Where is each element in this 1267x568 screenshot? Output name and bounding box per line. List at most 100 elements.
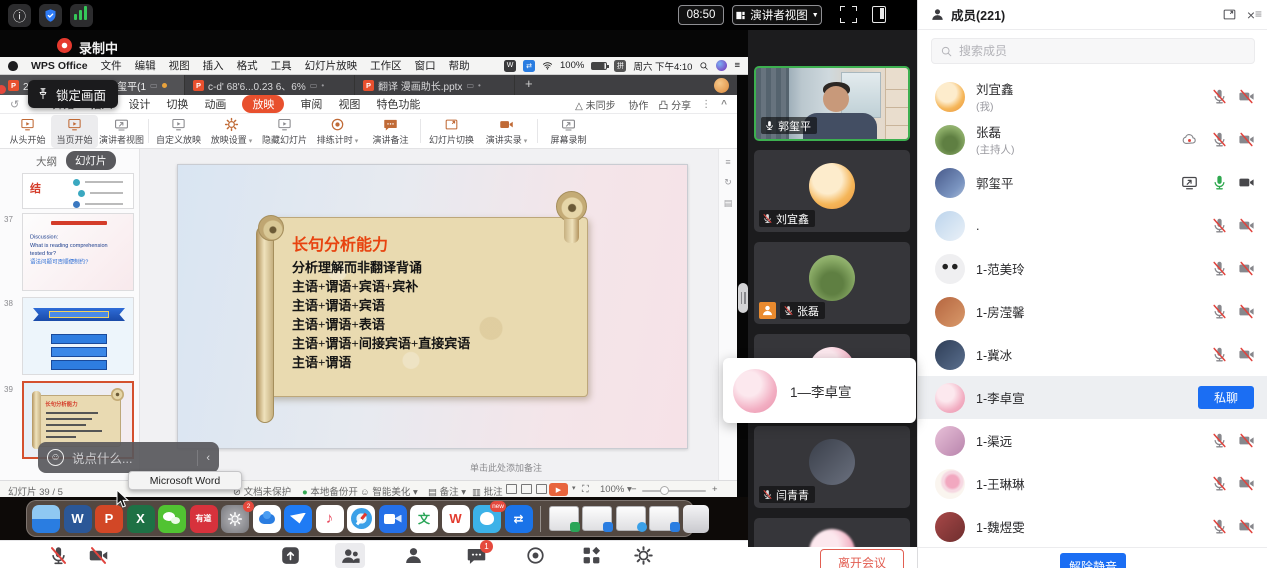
input-method-icon[interactable]: 拼 [614, 60, 626, 72]
video-tile[interactable]: 刘宜鑫 [754, 150, 910, 232]
mic-muted-icon[interactable] [1211, 346, 1228, 363]
spotlight-icon[interactable] [699, 61, 709, 71]
close-panel-icon[interactable]: × [1247, 8, 1255, 22]
info-menu-icon[interactable]: ⓘ [8, 4, 31, 27]
quick-comment-bar[interactable]: ☺ 说点什么... ‹ [38, 442, 219, 473]
ribbon-tab-transition[interactable]: 切换 [166, 96, 188, 112]
settings-button[interactable] [633, 545, 654, 566]
video-tile[interactable]: 张磊 [754, 242, 910, 324]
play-slideshow-button[interactable]: ▶ [549, 483, 568, 496]
apple-menu-icon[interactable] [8, 61, 18, 71]
document-tab[interactable]: P 翻译 漫画助长.pptx ▭• [355, 75, 515, 95]
minimized-window[interactable] [616, 506, 646, 531]
notes-button[interactable]: ▤ 备注 ▾ [428, 484, 466, 498]
tab-eye-icon[interactable]: ▭ [466, 81, 474, 90]
comment-placeholder[interactable]: 说点什么... [72, 448, 189, 467]
backup-status[interactable]: ● 本地备份开 [302, 484, 358, 498]
mic-muted-button[interactable] [48, 545, 69, 566]
camera-muted-button[interactable] [88, 545, 109, 566]
camera-muted-icon[interactable] [1238, 303, 1255, 320]
tool-slide-switch[interactable]: 幻灯片切换 [424, 115, 479, 148]
video-tile-active-speaker[interactable]: 郭玺平 [754, 66, 910, 141]
dock-word-icon[interactable]: W [64, 505, 92, 533]
collapse-ribbon-icon[interactable]: ^ [721, 99, 727, 110]
slide-thumbnail[interactable]: Discussion: What is reading comprehensio… [22, 213, 134, 291]
tool-rehearse-timing[interactable]: 排练计时 ▾ [311, 115, 364, 148]
chat-button[interactable]: 1 [466, 545, 487, 566]
wps-tray-icon[interactable]: W [504, 60, 516, 72]
account-avatar[interactable] [714, 78, 729, 93]
menu-edit[interactable]: 编辑 [135, 58, 156, 73]
tool-lecture-record[interactable]: 演讲实录 ▾ [479, 115, 534, 148]
tool-screen-record[interactable]: 屏幕录制 [541, 115, 596, 148]
slides-tab[interactable]: 幻灯片 [66, 151, 116, 170]
dock-powerpoint-icon[interactable]: P [95, 505, 123, 533]
ribbon-tab-review[interactable]: 审阅 [300, 96, 322, 112]
dock-youdao-icon[interactable]: 有道 [190, 505, 218, 533]
comments-button[interactable]: ▥ 批注 [472, 484, 503, 498]
collapse-arrow-icon[interactable]: ‹ [206, 452, 210, 464]
tab-eye-icon[interactable]: ▭ [310, 81, 318, 90]
menu-help[interactable]: 帮助 [449, 58, 470, 73]
ribbon-tab-special[interactable]: 特色功能 [376, 96, 420, 112]
mic-muted-icon[interactable] [1211, 303, 1228, 320]
member-search[interactable] [931, 38, 1255, 64]
member-row[interactable]: 刘宜鑫(我) [918, 75, 1267, 118]
tool-presenter-view[interactable]: 演讲者视图 [98, 115, 145, 148]
private-chat-button[interactable]: 私聊 [1198, 386, 1254, 409]
zoom-slider-knob[interactable] [660, 486, 669, 495]
ribbon-tab-slideshow-active[interactable]: 放映 [242, 95, 284, 113]
teamviewer-tray-icon[interactable]: ⇄ [523, 60, 535, 72]
mic-muted-icon[interactable] [1211, 131, 1228, 148]
mic-muted-icon[interactable] [1211, 260, 1228, 277]
mic-on-icon[interactable] [1211, 174, 1228, 191]
shield-menu-icon[interactable] [39, 4, 62, 27]
document-tab[interactable]: P c-d' 68'6...0.23 6、6% ▭• [185, 75, 355, 95]
dock-excel-icon[interactable]: X [127, 505, 155, 533]
menubar-clock[interactable]: 周六 下午4:10 [633, 59, 692, 73]
camera-muted-icon[interactable] [1238, 518, 1255, 535]
leave-meeting-button[interactable]: 离开会议 [820, 549, 904, 568]
panel-edge-icon[interactable]: ≡ [1255, 7, 1262, 21]
beautify-button[interactable]: ☺ 智能美化 ▾ [360, 484, 418, 498]
mic-muted-icon[interactable] [1211, 217, 1228, 234]
camera-muted-icon[interactable] [1238, 432, 1255, 449]
member-row[interactable]: 张磊(主持人) [918, 118, 1267, 161]
panel-drag-handle[interactable] [738, 283, 748, 313]
member-row[interactable]: . [918, 204, 1267, 247]
member-row[interactable]: 1-范美玲 [918, 247, 1267, 290]
zoom-slider[interactable] [642, 490, 706, 492]
camera-muted-icon[interactable] [1238, 88, 1255, 105]
menu-workspace[interactable]: 工作区 [370, 58, 402, 73]
view-mode-dropdown[interactable]: 演讲者视图▼ [732, 5, 822, 25]
member-row[interactable]: 1-王琳琳 [918, 462, 1267, 505]
unmute-button[interactable]: 解除静音 [1060, 553, 1126, 568]
more-menu-icon[interactable]: ⋮ [701, 99, 711, 110]
fit-window-icon[interactable]: ⛶ [582, 484, 589, 495]
camera-muted-icon[interactable] [1238, 131, 1255, 148]
fullscreen-button[interactable] [840, 6, 857, 23]
zoom-in-button[interactable]: + [712, 484, 718, 495]
wifi-icon[interactable] [542, 60, 553, 71]
tab-eye-icon[interactable]: ▭ [150, 81, 158, 90]
dock-wps-icon[interactable]: W [442, 505, 470, 533]
slide[interactable]: 长句分析能力 分析理解而非翻译背诵 主语+谓语+宾语+宾补 主语+谓语+宾语 主… [177, 164, 688, 449]
tool-from-current[interactable]: 当页开始 [51, 115, 98, 148]
share-button[interactable]: 凸 分享 [658, 97, 691, 112]
dock-safari-icon[interactable] [347, 505, 375, 533]
mic-muted-icon[interactable] [1211, 432, 1228, 449]
menu-view[interactable]: 视图 [169, 58, 190, 73]
member-row[interactable]: 郭玺平 [918, 161, 1267, 204]
new-tab-button[interactable]: + [515, 75, 543, 95]
notes-placeholder[interactable]: 单击此处添加备注 [470, 461, 542, 474]
camera-on-icon[interactable] [1238, 174, 1255, 191]
outline-tab[interactable]: 大纲 [36, 154, 57, 169]
rail-refresh-icon[interactable]: ↻ [724, 177, 732, 188]
dock-wechat-icon[interactable] [158, 505, 186, 533]
participants-button[interactable] [403, 545, 424, 566]
search-input[interactable] [959, 44, 1246, 58]
dock-music-icon[interactable]: ♪ [316, 505, 344, 533]
tool-custom-show[interactable]: 自定义放映 [152, 115, 205, 148]
apps-button[interactable] [581, 545, 602, 566]
member-row[interactable]: 1-房滢馨 [918, 290, 1267, 333]
